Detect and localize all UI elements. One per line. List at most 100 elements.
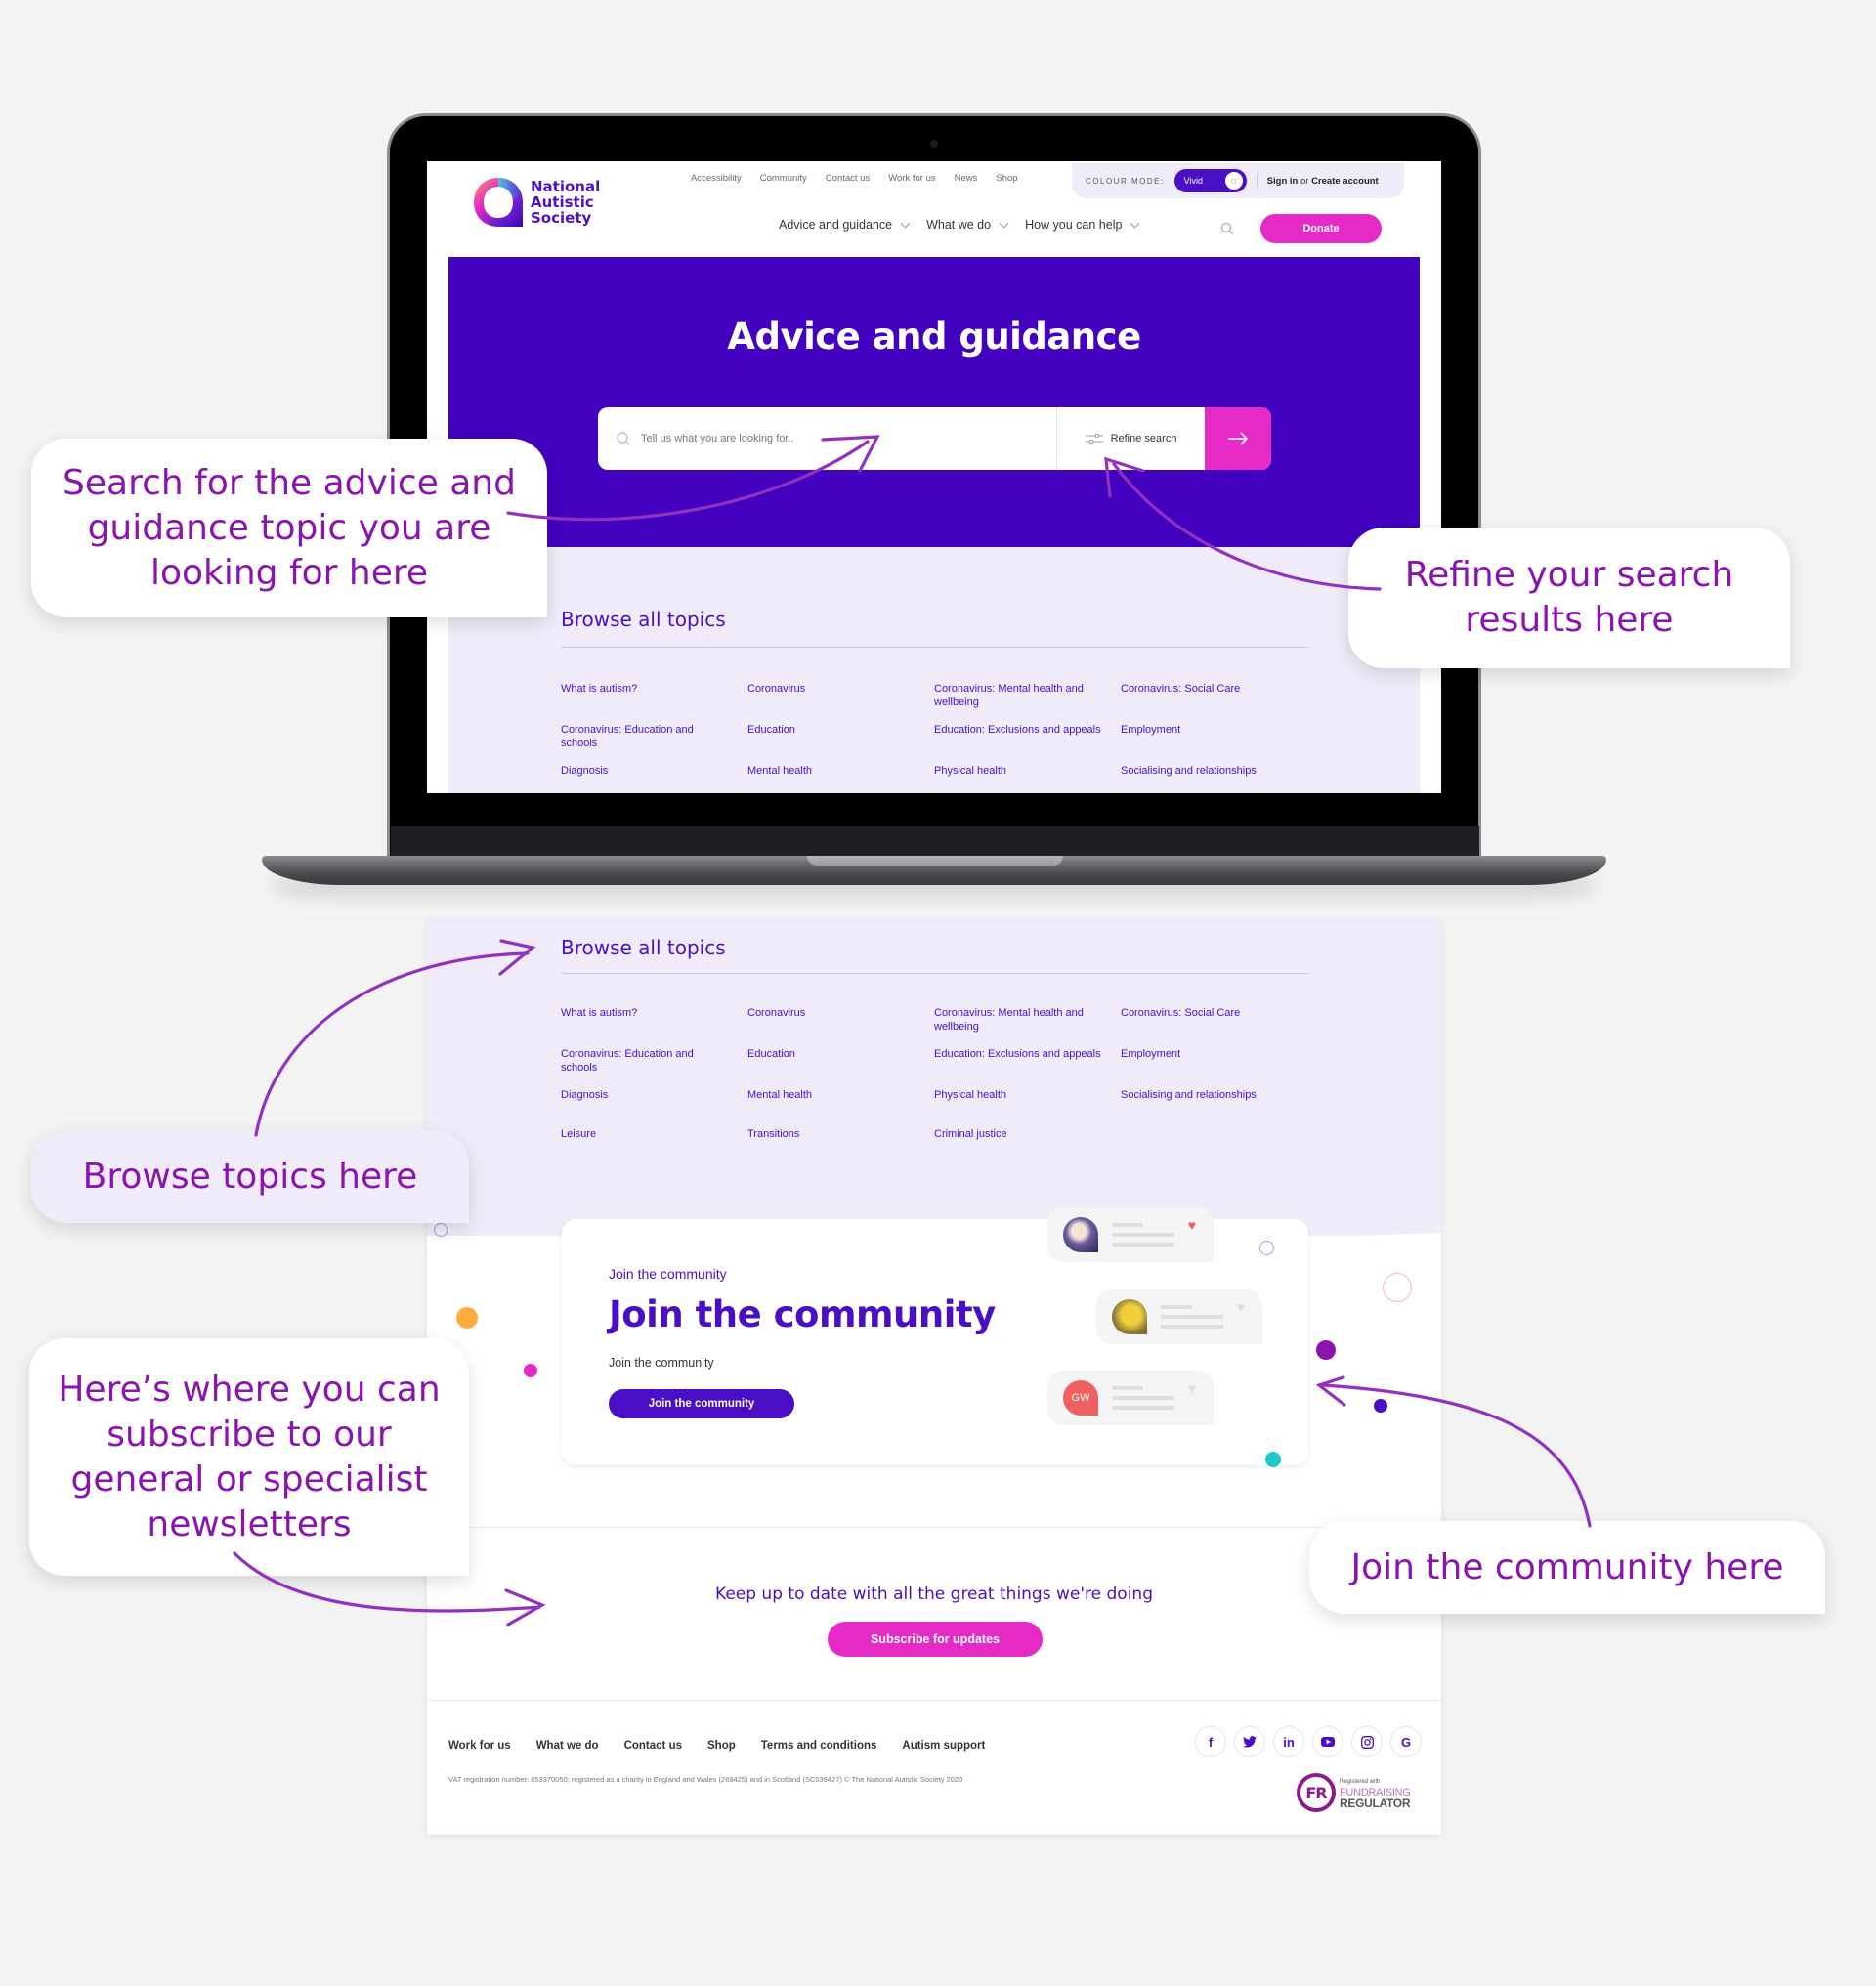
chat-bubble: GW ♥ <box>1047 1371 1214 1425</box>
instagram-icon[interactable] <box>1351 1726 1383 1757</box>
search-icon[interactable] <box>1220 222 1234 235</box>
util-link-community[interactable]: Community <box>760 173 807 184</box>
colour-mode-value: Vivid <box>1183 176 1204 186</box>
util-link-work-for-us[interactable]: Work for us <box>888 173 935 184</box>
twitter-icon[interactable] <box>1234 1726 1265 1757</box>
topic-link[interactable]: Criminal justice <box>934 1127 1121 1141</box>
decor-dot <box>1374 1399 1387 1413</box>
topic-link[interactable]: Education <box>747 723 934 750</box>
arrow-right-icon <box>1228 432 1249 445</box>
search-submit-button[interactable] <box>1205 407 1271 470</box>
search-input[interactable] <box>641 433 1056 444</box>
util-link-contact-us[interactable]: Contact us <box>826 173 870 184</box>
callout-community: Join the community here <box>1309 1521 1825 1614</box>
footer: Work for us What we do Contact us Shop T… <box>427 1700 1441 1835</box>
topics-heading: Browse all topics <box>561 936 726 959</box>
footer-link-autism-support[interactable]: Autism support <box>902 1740 985 1752</box>
main-nav: Advice and guidance What we do How you c… <box>779 218 1140 232</box>
topic-link[interactable]: Socialising and relationships <box>1121 764 1307 778</box>
colour-mode-toggle[interactable]: Vivid ☼ <box>1173 169 1247 192</box>
topic-link[interactable]: Coronavirus: Mental health and wellbeing <box>934 1006 1121 1034</box>
topic-link[interactable]: Coronavirus <box>747 682 934 709</box>
nav-what-we-do[interactable]: What we do <box>926 218 1009 232</box>
divider <box>561 973 1308 974</box>
decor-dot <box>1265 1452 1281 1467</box>
footer-link-terms[interactable]: Terms and conditions <box>761 1740 877 1752</box>
community-subtitle: Join the community <box>609 1356 714 1370</box>
fr-line1: Registered with <box>1340 1778 1381 1785</box>
topic-link[interactable]: Physical health <box>934 764 1121 778</box>
topic-link[interactable]: Coronavirus: Education and schools <box>561 723 747 750</box>
topic-link[interactable]: Coronavirus: Mental health and wellbeing <box>934 682 1121 709</box>
sliders-icon <box>1085 433 1103 444</box>
topic-link[interactable]: Education: Exclusions and appeals <box>934 1047 1121 1075</box>
refine-search-label: Refine search <box>1110 433 1177 444</box>
refine-search-button[interactable]: Refine search <box>1056 407 1205 470</box>
laptop-notch <box>807 856 1063 866</box>
topic-link[interactable]: Transitions <box>747 1127 934 1141</box>
topic-link[interactable]: Education: Exclusions and appeals <box>934 723 1121 750</box>
social-links: f in G <box>1195 1726 1422 1757</box>
topic-link[interactable]: Education <box>747 1047 934 1075</box>
divider <box>561 647 1308 648</box>
sign-in-link[interactable]: Sign in <box>1267 176 1299 187</box>
topic-link[interactable]: Diagnosis <box>561 764 747 778</box>
heart-icon[interactable]: ♥ <box>1237 1299 1245 1315</box>
fr-line3: REGULATOR <box>1340 1796 1411 1810</box>
util-link-news[interactable]: News <box>955 173 978 184</box>
topic-link[interactable]: Employment <box>1121 1047 1307 1075</box>
callout-search: Search for the advice and guidance topic… <box>31 439 547 617</box>
logo-ring-icon <box>474 178 523 227</box>
footer-link-shop[interactable]: Shop <box>707 1740 736 1752</box>
topic-link[interactable]: Leisure <box>561 1127 747 1141</box>
youtube-icon[interactable] <box>1312 1726 1343 1757</box>
util-link-shop[interactable]: Shop <box>996 173 1017 184</box>
search-bar: Refine search <box>598 407 1271 470</box>
create-account-link[interactable]: Create account <box>1311 176 1379 187</box>
heart-icon[interactable]: ♥ <box>1188 1217 1196 1233</box>
topic-link[interactable]: Diagnosis <box>561 1088 747 1102</box>
nas-logo[interactable]: National Autistic Society <box>470 173 626 232</box>
topics-section-full: Browse all topics What is autism? Corona… <box>427 918 1441 1236</box>
footer-link-work-for-us[interactable]: Work for us <box>448 1740 511 1752</box>
util-link-accessibility[interactable]: Accessibility <box>691 173 742 184</box>
footer-link-contact-us[interactable]: Contact us <box>624 1740 682 1752</box>
topic-link[interactable]: What is autism? <box>561 682 747 709</box>
auth-links: Sign in or Create account <box>1267 176 1379 187</box>
topic-link[interactable]: Coronavirus: Social Care <box>1121 1006 1307 1034</box>
decor-circle <box>434 1223 448 1237</box>
google-icon[interactable]: G <box>1390 1726 1422 1757</box>
nav-label: Advice and guidance <box>779 218 893 232</box>
account-pill: COLOUR MODE: Vivid ☼ Sign in or Create a… <box>1072 163 1404 198</box>
avatar <box>1063 1217 1098 1252</box>
decor-dot <box>456 1307 478 1329</box>
search-icon <box>617 432 630 445</box>
topic-link[interactable]: Mental health <box>747 764 934 778</box>
donate-button[interactable]: Donate <box>1260 214 1382 243</box>
nav-how-you-can-help[interactable]: How you can help <box>1025 218 1140 232</box>
facebook-icon[interactable]: f <box>1195 1726 1226 1757</box>
decor-dot <box>524 1364 537 1377</box>
heart-icon[interactable]: ♥ <box>1188 1380 1196 1396</box>
topic-link[interactable]: Mental health <box>747 1088 934 1102</box>
footer-link-what-we-do[interactable]: What we do <box>536 1740 599 1752</box>
topic-link[interactable]: Coronavirus: Social Care <box>1121 682 1307 709</box>
topic-link[interactable]: Socialising and relationships <box>1121 1088 1307 1102</box>
laptop-camera <box>930 140 938 148</box>
nav-advice-and-guidance[interactable]: Advice and guidance <box>779 218 911 232</box>
topic-link[interactable]: Coronavirus: Education and schools <box>561 1047 747 1075</box>
topics-grid: What is autism? Coronavirus Coronavirus:… <box>561 682 1313 778</box>
join-community-button[interactable]: Join the community <box>609 1389 794 1418</box>
topic-link[interactable]: What is autism? <box>561 1006 747 1034</box>
subscribe-button[interactable]: Subscribe for updates <box>828 1622 1043 1657</box>
topic-link[interactable]: Coronavirus <box>747 1006 934 1034</box>
callout-subscribe: Here’s where you can subscribe to our ge… <box>29 1338 469 1576</box>
nav-label: What we do <box>926 218 992 232</box>
linkedin-icon[interactable]: in <box>1273 1726 1304 1757</box>
logo-text: National Autistic Society <box>531 178 601 227</box>
decor-circle <box>1383 1273 1412 1302</box>
nav-label: How you can help <box>1025 218 1123 232</box>
footer-nav: Work for us What we do Contact us Shop T… <box>448 1740 985 1752</box>
topic-link[interactable]: Physical health <box>934 1088 1121 1102</box>
topic-link[interactable]: Employment <box>1121 723 1307 750</box>
